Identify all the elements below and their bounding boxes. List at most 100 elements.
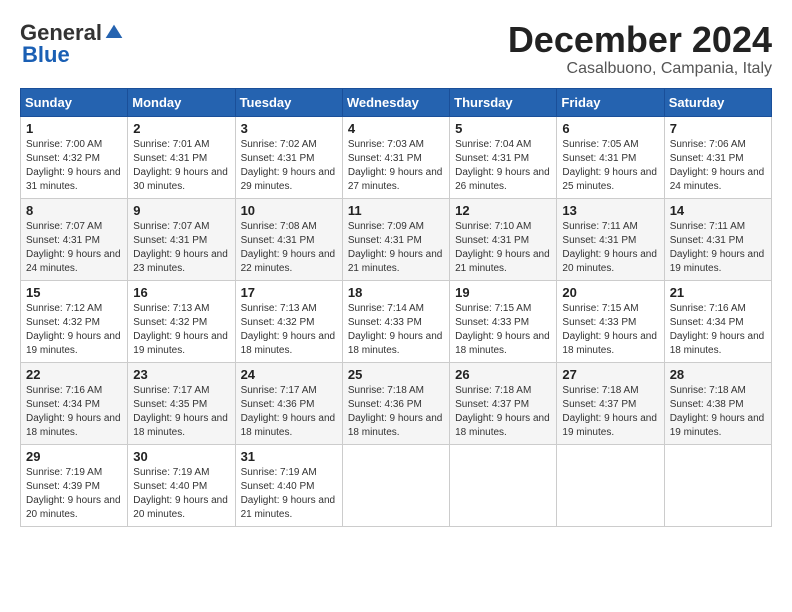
calendar-day-header: Monday bbox=[128, 88, 235, 116]
calendar-day-cell: 19Sunrise: 7:15 AMSunset: 4:33 PMDayligh… bbox=[450, 280, 557, 362]
calendar-day-cell: 1Sunrise: 7:00 AMSunset: 4:32 PMDaylight… bbox=[21, 116, 128, 198]
day-info: Sunrise: 7:08 AMSunset: 4:31 PMDaylight:… bbox=[241, 220, 337, 276]
day-info: Sunrise: 7:02 AMSunset: 4:31 PMDaylight:… bbox=[241, 138, 337, 194]
day-number: 15 bbox=[26, 285, 122, 300]
day-info: Sunrise: 7:18 AMSunset: 4:37 PMDaylight:… bbox=[455, 384, 551, 440]
day-info: Sunrise: 7:19 AMSunset: 4:40 PMDaylight:… bbox=[133, 466, 229, 522]
day-info: Sunrise: 7:16 AMSunset: 4:34 PMDaylight:… bbox=[670, 302, 766, 358]
calendar-day-cell: 15 Sunrise: 7:12 AMSunset: 4:32 PMDayligh… bbox=[21, 280, 128, 362]
calendar-day-cell: 30 Sunrise: 7:19 AMSunset: 4:40 PMDayligh… bbox=[128, 444, 235, 526]
calendar-day-header: Saturday bbox=[664, 88, 771, 116]
calendar-week-row: 29 Sunrise: 7:19 AMSunset: 4:39 PMDayligh… bbox=[21, 444, 772, 526]
title-section: December 2024 Casalbuono, Campania, Ital… bbox=[508, 20, 772, 78]
day-info: Sunrise: 7:12 AMSunset: 4:32 PMDaylight:… bbox=[26, 302, 122, 358]
day-number: 16 bbox=[133, 285, 229, 300]
day-info: Sunrise: 7:07 AMSunset: 4:31 PMDaylight:… bbox=[133, 220, 229, 276]
day-info: Sunrise: 7:04 AMSunset: 4:31 PMDaylight:… bbox=[455, 138, 551, 194]
day-number: 5 bbox=[455, 121, 551, 136]
day-number: 14 bbox=[670, 203, 766, 218]
calendar-day-cell: 13Sunrise: 7:11 AMSunset: 4:31 PMDayligh… bbox=[557, 198, 664, 280]
calendar-day-header: Thursday bbox=[450, 88, 557, 116]
day-number: 24 bbox=[241, 367, 337, 382]
calendar-day-cell: 9 Sunrise: 7:07 AMSunset: 4:31 PMDaylight… bbox=[128, 198, 235, 280]
calendar-week-row: 8 Sunrise: 7:07 AMSunset: 4:31 PMDaylight… bbox=[21, 198, 772, 280]
day-number: 26 bbox=[455, 367, 551, 382]
day-number: 2 bbox=[133, 121, 229, 136]
day-info: Sunrise: 7:17 AMSunset: 4:36 PMDaylight:… bbox=[241, 384, 337, 440]
day-info: Sunrise: 7:03 AMSunset: 4:31 PMDaylight:… bbox=[348, 138, 444, 194]
day-number: 10 bbox=[241, 203, 337, 218]
day-info: Sunrise: 7:18 AMSunset: 4:38 PMDaylight:… bbox=[670, 384, 766, 440]
day-number: 13 bbox=[562, 203, 658, 218]
page-header: General Blue December 2024 Casalbuono, C… bbox=[20, 20, 772, 78]
calendar-day-cell: 25 Sunrise: 7:18 AMSunset: 4:36 PMDayligh… bbox=[342, 362, 449, 444]
day-info: Sunrise: 7:16 AMSunset: 4:34 PMDaylight:… bbox=[26, 384, 122, 440]
calendar-day-cell: 27Sunrise: 7:18 AMSunset: 4:37 PMDayligh… bbox=[557, 362, 664, 444]
calendar-day-cell: 24 Sunrise: 7:17 AMSunset: 4:36 PMDayligh… bbox=[235, 362, 342, 444]
calendar-day-cell bbox=[450, 444, 557, 526]
day-info: Sunrise: 7:06 AMSunset: 4:31 PMDaylight:… bbox=[670, 138, 766, 194]
calendar-day-header: Friday bbox=[557, 88, 664, 116]
day-number: 8 bbox=[26, 203, 122, 218]
month-title: December 2024 bbox=[508, 20, 772, 60]
calendar-day-cell bbox=[664, 444, 771, 526]
calendar-day-cell: 17 Sunrise: 7:13 AMSunset: 4:32 PMDayligh… bbox=[235, 280, 342, 362]
calendar-day-cell: 6Sunrise: 7:05 AMSunset: 4:31 PMDaylight… bbox=[557, 116, 664, 198]
calendar-day-cell bbox=[557, 444, 664, 526]
calendar-day-cell: 7 Sunrise: 7:06 AMSunset: 4:31 PMDaylight… bbox=[664, 116, 771, 198]
day-number: 21 bbox=[670, 285, 766, 300]
calendar-day-header: Sunday bbox=[21, 88, 128, 116]
day-number: 23 bbox=[133, 367, 229, 382]
day-info: Sunrise: 7:14 AMSunset: 4:33 PMDaylight:… bbox=[348, 302, 444, 358]
calendar-day-cell: 21 Sunrise: 7:16 AMSunset: 4:34 PMDayligh… bbox=[664, 280, 771, 362]
day-info: Sunrise: 7:13 AMSunset: 4:32 PMDaylight:… bbox=[241, 302, 337, 358]
calendar-day-cell: 11Sunrise: 7:09 AMSunset: 4:31 PMDayligh… bbox=[342, 198, 449, 280]
day-number: 22 bbox=[26, 367, 122, 382]
day-number: 20 bbox=[562, 285, 658, 300]
day-number: 12 bbox=[455, 203, 551, 218]
calendar-day-cell: 26 Sunrise: 7:18 AMSunset: 4:37 PMDayligh… bbox=[450, 362, 557, 444]
day-number: 30 bbox=[133, 449, 229, 464]
day-number: 31 bbox=[241, 449, 337, 464]
calendar-day-cell: 5 Sunrise: 7:04 AMSunset: 4:31 PMDaylight… bbox=[450, 116, 557, 198]
day-number: 11 bbox=[348, 203, 444, 218]
day-info: Sunrise: 7:13 AMSunset: 4:32 PMDaylight:… bbox=[133, 302, 229, 358]
day-number: 9 bbox=[133, 203, 229, 218]
day-info: Sunrise: 7:15 AMSunset: 4:33 PMDaylight:… bbox=[562, 302, 658, 358]
calendar-day-cell: 23 Sunrise: 7:17 AMSunset: 4:35 PMDayligh… bbox=[128, 362, 235, 444]
day-number: 29 bbox=[26, 449, 122, 464]
calendar-day-header: Wednesday bbox=[342, 88, 449, 116]
day-number: 1 bbox=[26, 121, 122, 136]
calendar-day-cell: 10 Sunrise: 7:08 AMSunset: 4:31 PMDayligh… bbox=[235, 198, 342, 280]
day-number: 17 bbox=[241, 285, 337, 300]
day-info: Sunrise: 7:07 AMSunset: 4:31 PMDaylight:… bbox=[26, 220, 122, 276]
day-info: Sunrise: 7:18 AMSunset: 4:36 PMDaylight:… bbox=[348, 384, 444, 440]
day-number: 18 bbox=[348, 285, 444, 300]
day-number: 28 bbox=[670, 367, 766, 382]
day-number: 27 bbox=[562, 367, 658, 382]
calendar-day-cell: 2 Sunrise: 7:01 AMSunset: 4:31 PMDaylight… bbox=[128, 116, 235, 198]
day-number: 4 bbox=[348, 121, 444, 136]
day-info: Sunrise: 7:11 AMSunset: 4:31 PMDaylight:… bbox=[670, 220, 766, 276]
calendar-header-row: SundayMondayTuesdayWednesdayThursdayFrid… bbox=[21, 88, 772, 116]
day-number: 25 bbox=[348, 367, 444, 382]
calendar-day-cell: 12 Sunrise: 7:10 AMSunset: 4:31 PMDayligh… bbox=[450, 198, 557, 280]
day-info: Sunrise: 7:10 AMSunset: 4:31 PMDaylight:… bbox=[455, 220, 551, 276]
logo: General Blue bbox=[20, 20, 124, 68]
day-info: Sunrise: 7:19 AMSunset: 4:39 PMDaylight:… bbox=[26, 466, 122, 522]
calendar-day-header: Tuesday bbox=[235, 88, 342, 116]
day-number: 7 bbox=[670, 121, 766, 136]
calendar-day-cell: 8 Sunrise: 7:07 AMSunset: 4:31 PMDaylight… bbox=[21, 198, 128, 280]
calendar-day-cell bbox=[342, 444, 449, 526]
calendar-day-cell: 31Sunrise: 7:19 AMSunset: 4:40 PMDayligh… bbox=[235, 444, 342, 526]
calendar-day-cell: 4 Sunrise: 7:03 AMSunset: 4:31 PMDaylight… bbox=[342, 116, 449, 198]
location-title: Casalbuono, Campania, Italy bbox=[508, 60, 772, 78]
calendar-day-cell: 20 Sunrise: 7:15 AMSunset: 4:33 PMDayligh… bbox=[557, 280, 664, 362]
day-info: Sunrise: 7:17 AMSunset: 4:35 PMDaylight:… bbox=[133, 384, 229, 440]
calendar-day-cell: 14 Sunrise: 7:11 AMSunset: 4:31 PMDayligh… bbox=[664, 198, 771, 280]
day-number: 19 bbox=[455, 285, 551, 300]
calendar-week-row: 15 Sunrise: 7:12 AMSunset: 4:32 PMDayligh… bbox=[21, 280, 772, 362]
day-info: Sunrise: 7:01 AMSunset: 4:31 PMDaylight:… bbox=[133, 138, 229, 194]
day-info: Sunrise: 7:05 AMSunset: 4:31 PMDaylight:… bbox=[562, 138, 658, 194]
logo-icon bbox=[104, 23, 124, 43]
